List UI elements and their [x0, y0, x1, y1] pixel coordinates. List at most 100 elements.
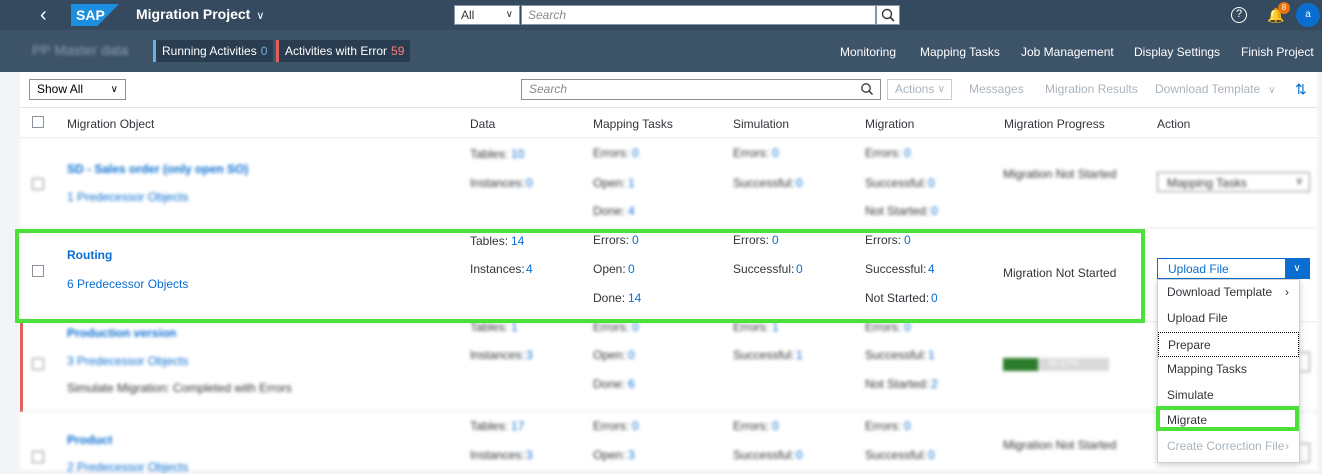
mig-errors-value[interactable]: 0 — [904, 419, 911, 433]
tables-value[interactable]: 17 — [511, 419, 524, 433]
table-row[interactable]: SD - Sales order (only open SO) 1 Predec… — [20, 138, 1317, 229]
action-select-edge[interactable] — [1300, 443, 1310, 463]
nav-finish-project[interactable]: Finish Project — [1241, 45, 1314, 59]
col-data[interactable]: Data — [470, 117, 495, 131]
menu-item-migrate[interactable]: Migrate — [1158, 408, 1299, 433]
action-select[interactable]: Mapping Tasks ∨ — [1157, 172, 1310, 192]
menu-item-download-template[interactable]: Download Template › — [1158, 280, 1299, 305]
instances-value[interactable]: 3 — [526, 448, 533, 462]
instances-value[interactable]: 0 — [526, 176, 533, 190]
map-errors-value[interactable]: 0 — [632, 146, 639, 160]
object-name[interactable]: Routing — [67, 248, 112, 262]
search-scope-select[interactable]: All ∨ — [454, 5, 520, 25]
mig-success-value[interactable]: 0 — [928, 448, 935, 462]
help-icon[interactable]: ? — [1231, 7, 1247, 23]
predecessor-link[interactable]: 2 Predecessor Objects — [67, 460, 188, 474]
upload-file-split-button[interactable]: Upload File ∨ — [1157, 258, 1310, 279]
predecessor-link[interactable]: 3 Predecessor Objects — [67, 354, 188, 368]
sim-errors-value[interactable]: 0 — [772, 419, 779, 433]
sim-errors-value[interactable]: 0 — [772, 146, 779, 160]
done-value[interactable]: 6 — [628, 377, 635, 391]
col-migration-progress[interactable]: Migration Progress — [1004, 117, 1105, 131]
open-value[interactable]: 1 — [628, 176, 635, 190]
actions-button[interactable]: Actions ∨ — [887, 79, 952, 100]
chevron-down-icon[interactable]: ∨ — [1285, 259, 1309, 278]
nav-display-settings[interactable]: Display Settings — [1134, 45, 1220, 59]
mig-success-value[interactable]: 0 — [928, 176, 935, 190]
upload-file-label[interactable]: Upload File — [1168, 262, 1229, 276]
open-value[interactable]: 3 — [628, 448, 635, 462]
table-search-input[interactable]: Search — [521, 79, 881, 100]
messages-button[interactable]: Messages — [969, 79, 1024, 100]
open-value[interactable]: 0 — [628, 262, 635, 276]
menu-item-label: Migrate — [1167, 413, 1208, 427]
back-icon[interactable]: ‹ — [40, 5, 47, 25]
tables-value[interactable]: 1 — [511, 320, 518, 334]
sim-errors-label: Errors: — [733, 419, 769, 433]
select-all-checkbox[interactable] — [32, 116, 44, 128]
shell-search-input[interactable]: Search — [521, 5, 876, 25]
sim-errors-value[interactable]: 1 — [772, 320, 779, 334]
filter-select[interactable]: Show All ∨ — [29, 79, 126, 100]
search-icon[interactable] — [860, 80, 874, 104]
sim-success-value[interactable]: 1 — [796, 348, 803, 362]
error-activities-chip[interactable]: Activities with Error 59 — [276, 40, 411, 62]
search-button[interactable] — [876, 5, 900, 25]
app-title[interactable]: Migration Project ∨ — [136, 6, 264, 22]
download-template-button[interactable]: Download Template ∨ — [1155, 79, 1276, 100]
migration-results-button[interactable]: Migration Results — [1045, 79, 1138, 100]
col-action[interactable]: Action — [1157, 117, 1190, 131]
sim-success-value[interactable]: 0 — [796, 262, 803, 276]
row-checkbox[interactable] — [32, 451, 44, 463]
sort-icon[interactable]: ⇅ — [1295, 81, 1307, 98]
action-select-edge[interactable] — [1300, 352, 1310, 372]
mig-errors-value[interactable]: 0 — [904, 146, 911, 160]
mig-errors-value[interactable]: 0 — [904, 233, 911, 247]
tables-value[interactable]: 14 — [511, 234, 524, 248]
object-name[interactable]: Product — [67, 433, 112, 447]
nav-monitoring[interactable]: Monitoring — [840, 45, 896, 59]
done-value[interactable]: 4 — [628, 204, 635, 218]
sim-success-value[interactable]: 0 — [796, 176, 803, 190]
menu-item-prepare[interactable]: Prepare — [1158, 332, 1299, 357]
col-migration[interactable]: Migration — [865, 117, 914, 131]
col-migration-object[interactable]: Migration Object — [67, 117, 154, 131]
row-checkbox[interactable] — [32, 265, 44, 277]
row-checkbox[interactable] — [32, 358, 44, 370]
not-started-value[interactable]: 0 — [931, 204, 938, 218]
object-name[interactable]: SD - Sales order (only open SO) — [67, 162, 248, 176]
table-row-routing[interactable]: Routing 6 Predecessor Objects Tables: 14 … — [20, 229, 1317, 322]
nav-job-management[interactable]: Job Management — [1021, 45, 1114, 59]
mig-errors-value[interactable]: 0 — [904, 320, 911, 334]
menu-item-simulate[interactable]: Simulate — [1158, 383, 1299, 408]
predecessor-link[interactable]: 6 Predecessor Objects — [67, 277, 188, 291]
sim-errors-value[interactable]: 0 — [772, 233, 779, 247]
menu-item-mapping-tasks[interactable]: Mapping Tasks — [1158, 357, 1299, 382]
map-errors-value[interactable]: 0 — [632, 320, 639, 334]
col-simulation[interactable]: Simulation — [733, 117, 789, 131]
map-errors-value[interactable]: 0 — [632, 233, 639, 247]
row-checkbox[interactable] — [32, 178, 44, 190]
nav-mapping-tasks[interactable]: Mapping Tasks — [920, 45, 1000, 59]
sim-success-value[interactable]: 0 — [796, 448, 803, 462]
predecessor-link[interactable]: 1 Predecessor Objects — [67, 190, 188, 204]
col-mapping-tasks[interactable]: Mapping Tasks — [593, 117, 673, 131]
not-started-value[interactable]: 0 — [931, 291, 938, 305]
not-started-value[interactable]: 2 — [931, 377, 938, 391]
map-errors-label: Errors: — [593, 233, 629, 247]
instances-value[interactable]: 3 — [526, 348, 533, 362]
map-errors-value[interactable]: 0 — [632, 419, 639, 433]
tables-value[interactable]: 10 — [511, 147, 524, 161]
table-row[interactable]: Product 2 Predecessor Objects Tables: 17 … — [20, 412, 1317, 474]
open-value[interactable]: 0 — [628, 348, 635, 362]
menu-item-upload-file[interactable]: Upload File — [1158, 306, 1299, 331]
avatar[interactable]: a — [1296, 3, 1320, 27]
table-row[interactable]: Production version 3 Predecessor Objects… — [20, 320, 1317, 412]
done-value[interactable]: 14 — [628, 291, 641, 305]
object-name[interactable]: Production version — [67, 326, 176, 340]
running-activities-chip[interactable]: Running Activities 0 — [153, 40, 274, 62]
mig-success-value[interactable]: 1 — [928, 348, 935, 362]
search-icon — [881, 8, 895, 22]
instances-value[interactable]: 4 — [526, 262, 533, 276]
mig-success-value[interactable]: 4 — [928, 262, 935, 276]
